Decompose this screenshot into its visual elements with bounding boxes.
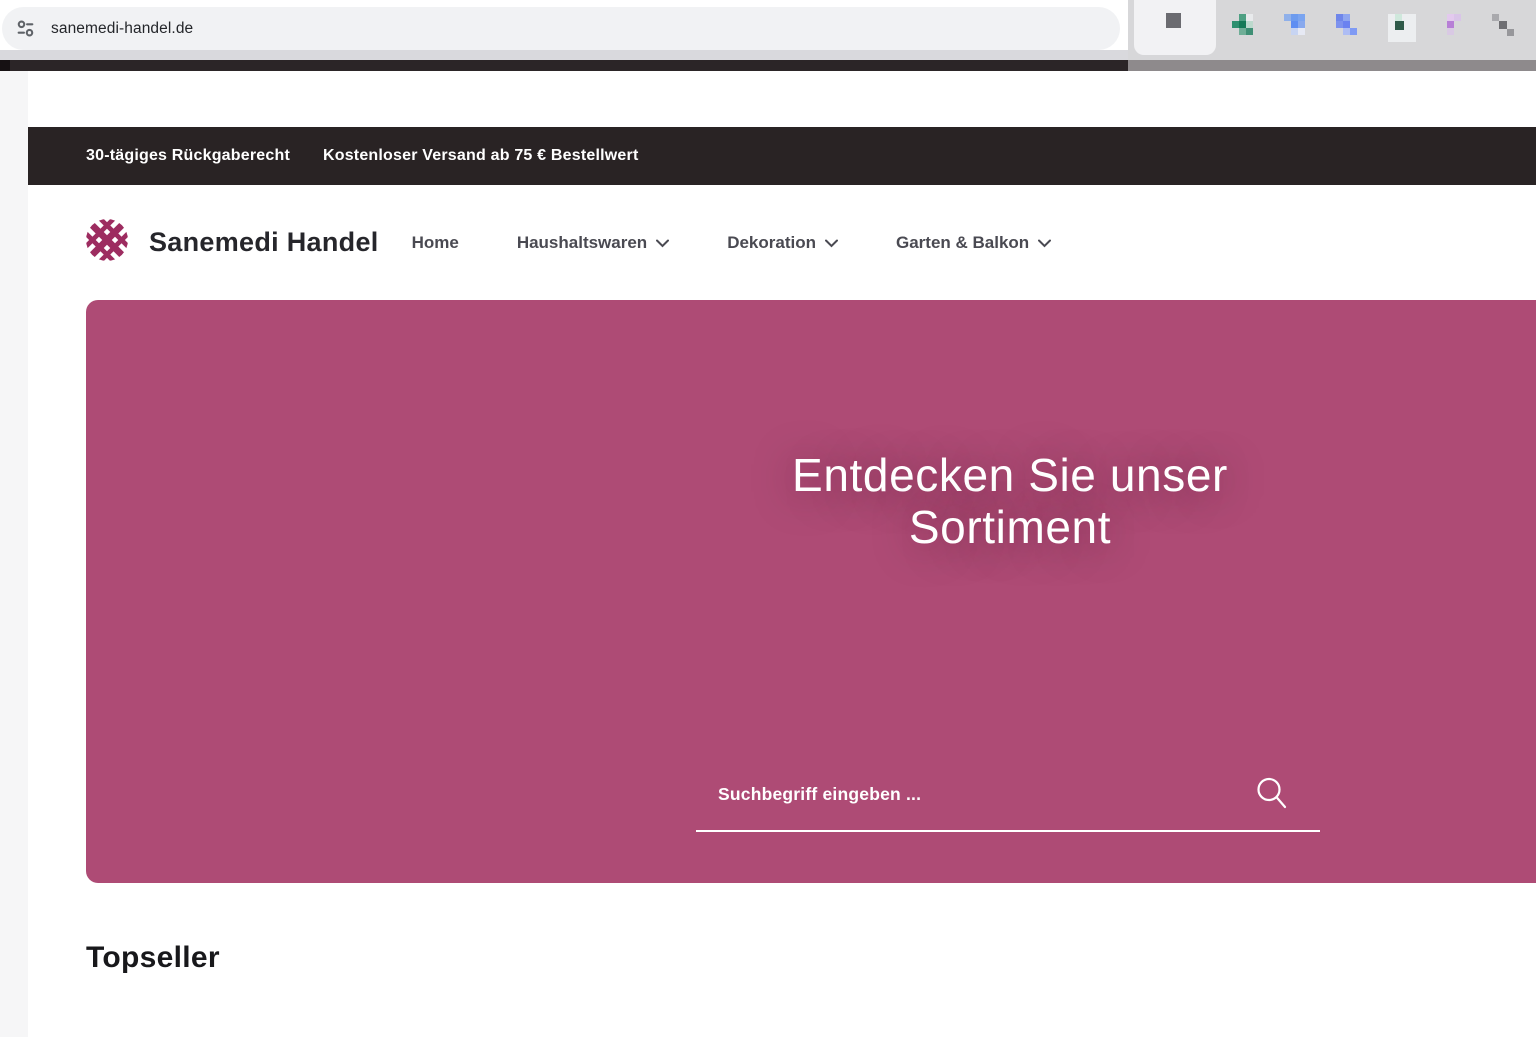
pixelated-urlbar-end (1134, 0, 1216, 55)
site-settings-tune-icon[interactable] (15, 18, 36, 39)
nav-item-haushaltswaren[interactable]: Haushaltswaren (517, 233, 669, 253)
extension-icon-green[interactable] (1232, 14, 1260, 42)
extension-icon-gray[interactable] (1492, 14, 1520, 42)
announcement-returns: 30-tägiges Rückgaberecht (86, 147, 290, 165)
topseller-heading: Topseller (28, 941, 1536, 975)
extension-icon-indigo[interactable] (1336, 14, 1364, 42)
hero-banner: Entdecken Sie unser Sortiment (86, 300, 1536, 883)
nav-label: Dekoration (727, 233, 816, 253)
chevron-down-icon (825, 239, 838, 248)
webpage-body: 30-tägiges Rückgaberecht Kostenloser Ver… (28, 71, 1536, 1037)
announcement-bar: 30-tägiges Rückgaberecht Kostenloser Ver… (28, 127, 1536, 185)
main-navigation: Home Haushaltswaren Dekoration Garten & … (412, 233, 1052, 253)
window-divider-gray (1128, 60, 1536, 71)
extension-icon-darkgreen[interactable] (1388, 14, 1416, 42)
nav-item-garten-balkon[interactable]: Garten & Balkon (896, 233, 1051, 253)
hero-title-line1: Entdecken Sie unser (688, 450, 1332, 502)
nav-label: Garten & Balkon (896, 233, 1029, 253)
hero-title-line2: Sortiment (688, 502, 1332, 554)
nav-item-home[interactable]: Home (412, 233, 459, 253)
chevron-down-icon (656, 239, 669, 248)
extension-icon-purple[interactable] (1440, 14, 1468, 42)
url-text[interactable]: sanemedi-handel.de (51, 20, 193, 38)
announcement-shipping: Kostenloser Versand ab 75 € Bestellwert (323, 147, 639, 165)
hero-title: Entdecken Sie unser Sortiment (688, 450, 1332, 553)
search-input[interactable] (696, 784, 1254, 819)
nav-label: Home (412, 233, 459, 253)
site-header: Sanemedi Handel Home Haushaltswaren Deko… (28, 185, 1536, 300)
brand-logo-icon (86, 219, 128, 266)
hero-content: Entdecken Sie unser Sortiment (688, 450, 1332, 553)
pixelated-icon (1166, 13, 1181, 28)
brand-name: Sanemedi Handel (149, 227, 379, 258)
url-bar[interactable]: sanemedi-handel.de (2, 7, 1120, 50)
extension-icon-blue[interactable] (1284, 14, 1312, 42)
hero-search (696, 772, 1320, 832)
toolbar-bottom-edge (0, 50, 1128, 60)
brand-home-link[interactable]: Sanemedi Handel (86, 219, 379, 266)
window-divider-dark (0, 60, 1128, 71)
search-button[interactable] (1254, 776, 1320, 826)
window-divider-corner (0, 60, 10, 71)
search-icon (1254, 776, 1290, 812)
webpage-viewport: 30-tägiges Rückgaberecht Kostenloser Ver… (0, 71, 1536, 1037)
nav-label: Haushaltswaren (517, 233, 647, 253)
pixelated-extensions-area (1128, 0, 1536, 60)
nav-item-dekoration[interactable]: Dekoration (727, 233, 838, 253)
chevron-down-icon (1038, 239, 1051, 248)
